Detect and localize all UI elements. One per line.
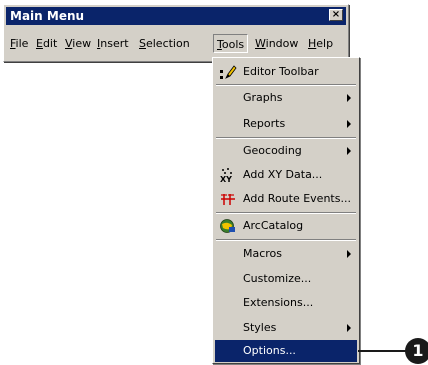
tools-dropdown-menu: Editor Toolbar Graphs Reports Geocoding … [212, 57, 360, 364]
svg-text:XY: XY [220, 175, 232, 183]
close-button[interactable]: × [329, 9, 343, 21]
menu-item-styles[interactable]: Styles [215, 317, 357, 339]
menu-item-label: Customize... [243, 272, 312, 285]
menu-tools-label: ools [221, 38, 245, 51]
submenu-arrow-icon [347, 94, 351, 102]
menu-separator [216, 84, 356, 86]
menu-item-extensions[interactable]: Extensions... [215, 292, 357, 314]
menu-file-label: ile [15, 37, 29, 50]
menu-separator [216, 239, 356, 241]
menu-edit-label: dit [42, 37, 58, 50]
menu-item-label: Extensions... [243, 296, 314, 309]
menu-insert[interactable]: Insert [97, 33, 129, 55]
menu-item-reports[interactable]: Reports [215, 113, 357, 135]
menu-item-label: Graphs [243, 91, 283, 104]
menu-item-add-xy-data[interactable]: XY Add XY Data... [215, 164, 357, 186]
menu-item-add-route-events[interactable]: Add Route Events... [215, 188, 357, 210]
menu-item-label: Geocoding [243, 144, 302, 157]
menu-item-label: Styles [243, 321, 277, 334]
step-callout-badge: 1 [405, 338, 428, 364]
menu-bar: File Edit View Insert Selection Tools Wi… [8, 33, 344, 55]
menu-tools[interactable]: Tools [213, 34, 249, 53]
editor-pencil-icon [219, 64, 237, 80]
menu-item-arccatalog[interactable]: ArcCatalog [215, 215, 357, 237]
menu-item-label: Add Route Events... [243, 192, 351, 205]
arccatalog-icon [219, 218, 237, 234]
submenu-arrow-icon [347, 324, 351, 332]
title-bar[interactable]: Main Menu × [6, 7, 346, 25]
xy-data-icon: XY [219, 167, 237, 184]
menu-help-label: elp [316, 37, 334, 50]
menu-item-label: Editor Toolbar [243, 65, 319, 78]
menu-item-macros[interactable]: Macros [215, 243, 357, 265]
menu-separator [216, 137, 356, 139]
menu-item-label: ArcCatalog [243, 219, 304, 232]
menu-window-label: indow [265, 37, 299, 50]
menu-item-label: Options... [243, 344, 296, 357]
menu-window[interactable]: Window [255, 33, 298, 55]
menu-edit[interactable]: Edit [36, 33, 57, 55]
menu-item-label: Macros [243, 247, 283, 260]
callout-pointer-line [358, 350, 408, 352]
menu-item-label: Add XY Data... [243, 168, 323, 181]
menu-selection-label: election [145, 37, 190, 50]
menu-separator [216, 212, 356, 214]
submenu-arrow-icon [347, 147, 351, 155]
menu-view-label: iew [72, 37, 92, 50]
menu-selection[interactable]: Selection [139, 33, 190, 55]
submenu-arrow-icon [347, 250, 351, 258]
menu-item-options[interactable]: Options... [215, 340, 357, 362]
window-title: Main Menu [10, 9, 85, 23]
menu-item-customize[interactable]: Customize... [215, 268, 357, 290]
menu-item-editor-toolbar[interactable]: Editor Toolbar [215, 61, 357, 83]
menu-insert-label: nsert [100, 37, 129, 50]
menu-help[interactable]: Help [308, 33, 333, 55]
route-events-icon [219, 191, 237, 207]
menu-file[interactable]: File [10, 33, 28, 55]
menu-item-graphs[interactable]: Graphs [215, 87, 357, 109]
menu-item-label: Reports [243, 117, 286, 130]
submenu-arrow-icon [347, 120, 351, 128]
menu-view[interactable]: View [65, 33, 91, 55]
main-menu-window: Main Menu × File Edit View Insert Select… [3, 4, 349, 62]
menu-item-geocoding[interactable]: Geocoding [215, 140, 357, 162]
